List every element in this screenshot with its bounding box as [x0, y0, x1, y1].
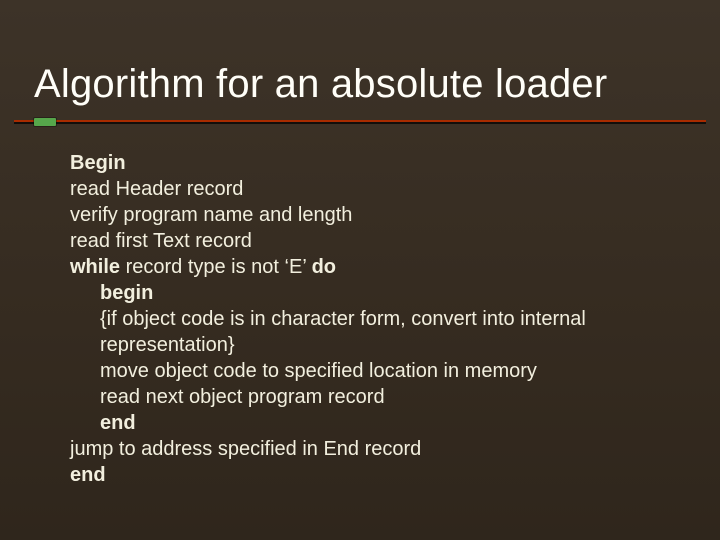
- slide-title: Algorithm for an absolute loader: [34, 62, 607, 107]
- algo-line: read next object program record: [70, 384, 690, 410]
- divider-shadow: [14, 122, 706, 124]
- kw-do: do: [312, 256, 336, 278]
- algo-line: read Header record: [70, 176, 690, 202]
- algo-line-inner-begin: begin: [70, 280, 690, 306]
- algo-line: representation}: [70, 332, 690, 358]
- kw-end: end: [70, 464, 106, 486]
- kw-end-inner: end: [100, 412, 136, 434]
- algo-line-end: end: [70, 462, 690, 488]
- kw-begin: Begin: [70, 152, 126, 174]
- algo-line: move object code to specified location i…: [70, 358, 690, 384]
- algo-line: {if object code is in character form, co…: [70, 306, 690, 332]
- algo-line: verify program name and length: [70, 202, 690, 228]
- algo-line-inner-end: end: [70, 410, 690, 436]
- algo-line-begin: Begin: [70, 150, 690, 176]
- divider-accent: [34, 118, 56, 126]
- kw-begin-inner: begin: [100, 282, 153, 304]
- algorithm-body: Begin read Header record verify program …: [70, 150, 690, 488]
- algo-line: jump to address specified in End record: [70, 436, 690, 462]
- algo-text: record type is not ‘E’: [120, 256, 312, 278]
- algo-line-while: while record type is not ‘E’ do: [70, 254, 690, 280]
- algo-line: read first Text record: [70, 228, 690, 254]
- title-divider: [14, 120, 706, 124]
- slide: Algorithm for an absolute loader Begin r…: [0, 0, 720, 540]
- kw-while: while: [70, 256, 120, 278]
